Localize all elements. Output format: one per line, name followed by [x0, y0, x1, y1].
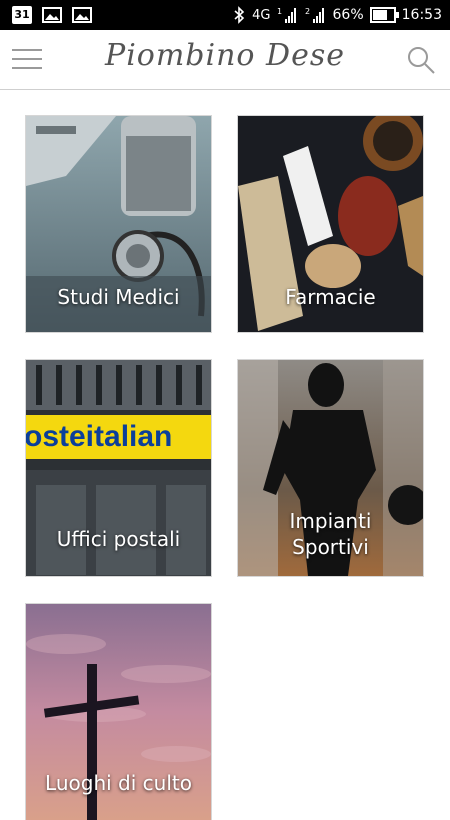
tile-label: Impianti Sportivi: [289, 509, 372, 559]
clock: 16:53: [401, 7, 442, 23]
poste-italiane-logo: osteitalian: [26, 420, 172, 453]
sim1-label: 1: [277, 7, 282, 16]
tile-label: Studi Medici: [57, 285, 180, 309]
battery-percent: 66%: [332, 7, 364, 23]
page-title: Piombino Dese: [105, 38, 345, 73]
tile-luoghi-di-culto[interactable]: Luoghi di culto: [26, 604, 211, 820]
battery-icon: [369, 7, 399, 23]
tile-label: Farmacie: [285, 285, 376, 309]
signal-sim2-icon: 2: [305, 7, 324, 23]
sim2-label: 2: [305, 7, 310, 16]
network-type: 4G: [252, 7, 271, 23]
app-header: Piombino Dese: [0, 30, 450, 90]
search-icon[interactable]: [406, 45, 436, 75]
image-notification-icon: [72, 7, 92, 23]
tile-farmacie[interactable]: Farmacie: [238, 116, 423, 332]
tile-studi-medici[interactable]: Studi Medici: [26, 116, 211, 332]
tile-impianti-sportivi[interactable]: Impianti Sportivi: [238, 360, 423, 576]
bluetooth-icon: [234, 6, 245, 24]
tile-uffici-postali[interactable]: osteitalian Uffici postali: [26, 360, 211, 576]
category-grid: Studi Medici Farmacie osteitalian Uffici…: [0, 90, 450, 820]
tile-label: Uffici postali: [56, 527, 181, 551]
calendar-icon: 31: [12, 6, 32, 24]
status-bar: 31 4G 1 2 66% 16:53: [0, 0, 450, 30]
image-notification-icon: [42, 7, 62, 23]
tile-label: Luoghi di culto: [45, 771, 192, 795]
signal-sim1-icon: 1: [277, 7, 296, 23]
